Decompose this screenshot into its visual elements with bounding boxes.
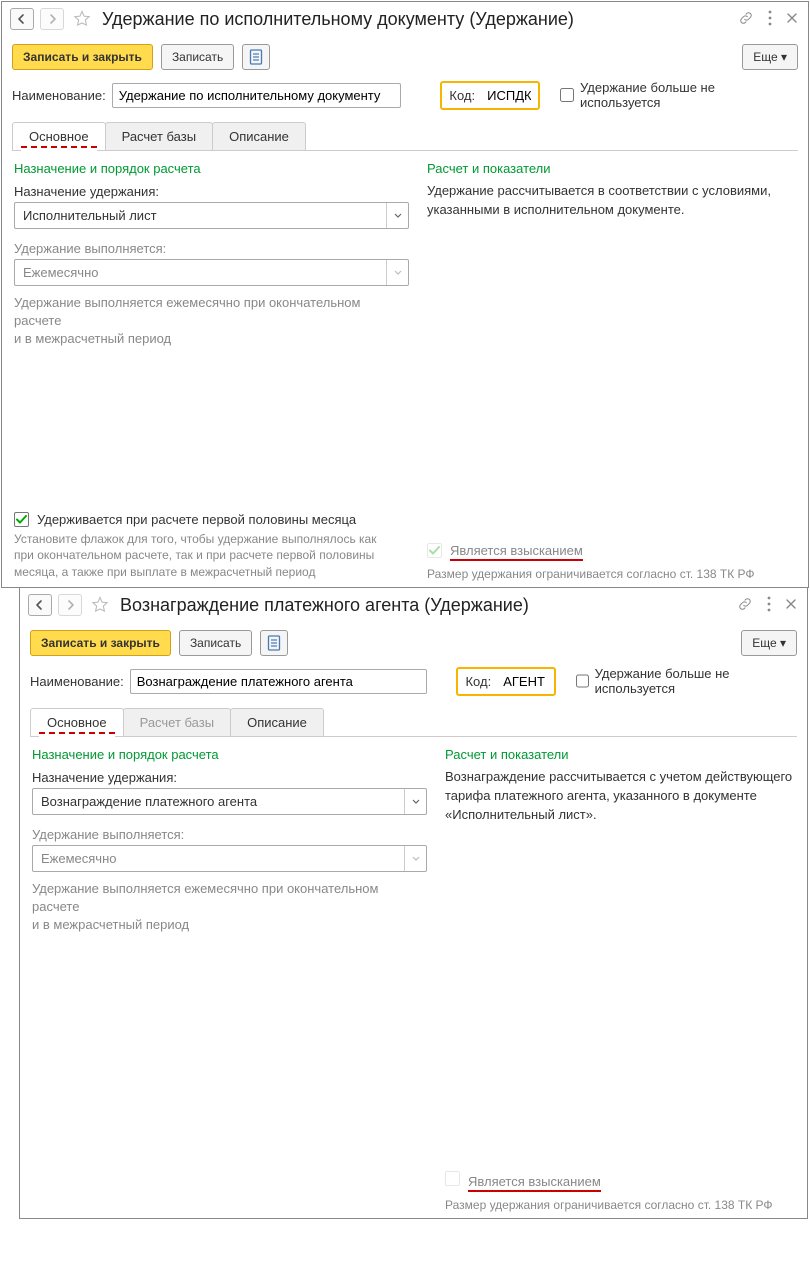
purpose-value: Исполнительный лист — [15, 203, 386, 228]
period-label: Удержание выполняется: — [32, 827, 427, 842]
link-icon[interactable] — [737, 596, 753, 615]
limit-text: Размер удержания ограничивается согласно… — [445, 1198, 795, 1212]
titlebar: Удержание по исполнительному документу (… — [2, 2, 808, 38]
toolbar: Записать и закрыть Записать Еще ▾ — [20, 624, 807, 662]
report-icon-button[interactable] — [260, 630, 288, 656]
not-used-label: Удержание больше не используется — [580, 80, 798, 110]
name-input[interactable] — [130, 669, 427, 694]
is-recovery-row: Является взысканием — [445, 1171, 795, 1192]
period-select[interactable]: Ежемесячно — [14, 259, 409, 286]
not-used-label: Удержание больше не используется — [595, 666, 797, 696]
favorite-star-icon[interactable] — [90, 595, 110, 615]
save-and-close-button[interactable]: Записать и закрыть — [30, 630, 171, 656]
save-button[interactable]: Записать — [161, 44, 234, 70]
more-button-label: Еще — [752, 636, 776, 650]
code-label: Код: — [459, 674, 497, 689]
period-desc1: Удержание выполняется ежемесячно при око… — [14, 294, 409, 330]
nav-back-button[interactable] — [10, 8, 34, 30]
window-title: Вознаграждение платежного агента (Удержа… — [120, 595, 731, 616]
kebab-menu-icon[interactable] — [768, 10, 772, 29]
is-recovery-label: Является взысканием — [450, 543, 583, 561]
tab-description[interactable]: Описание — [212, 122, 306, 150]
first-half-hint: Установите флажок для того, чтобы удержа… — [14, 531, 379, 581]
not-used-checkbox[interactable]: Удержание больше не используется — [560, 80, 798, 110]
code-field-group: Код: — [440, 81, 540, 110]
code-field-group: Код: — [456, 667, 556, 696]
kebab-menu-icon[interactable] — [767, 596, 771, 615]
period-desc2: и в межрасчетный период — [14, 330, 409, 348]
name-label: Наименование: — [12, 88, 106, 103]
more-button[interactable]: Еще ▾ — [741, 630, 797, 656]
tab-main[interactable]: Основное — [12, 122, 106, 150]
check-icon — [16, 515, 27, 524]
toolbar: Записать и закрыть Записать Еще ▾ — [2, 38, 808, 76]
check-icon — [429, 546, 440, 555]
period-desc1: Удержание выполняется ежемесячно при око… — [32, 880, 427, 916]
section-calc: Расчет и показатели — [427, 161, 796, 176]
tab-base-calc[interactable]: Расчет базы — [123, 708, 232, 736]
period-desc2: и в межрасчетный период — [32, 916, 427, 934]
link-icon[interactable] — [738, 10, 754, 29]
period-value: Ежемесячно — [15, 260, 386, 285]
purpose-value: Вознаграждение платежного агента — [33, 789, 404, 814]
section-purpose: Назначение и порядок расчета — [32, 747, 427, 762]
name-input[interactable] — [112, 83, 401, 108]
period-select[interactable]: Ежемесячно — [32, 845, 427, 872]
period-label: Удержание выполняется: — [14, 241, 409, 256]
chevron-down-icon — [386, 260, 408, 285]
purpose-label: Назначение удержания: — [14, 184, 409, 199]
calc-desc: Вознаграждение рассчитывается с учетом д… — [445, 768, 795, 825]
code-input[interactable] — [481, 84, 537, 107]
favorite-star-icon[interactable] — [72, 9, 92, 29]
save-button[interactable]: Записать — [179, 630, 252, 656]
chevron-down-icon — [386, 203, 408, 228]
tab-base-calc[interactable]: Расчет базы — [105, 122, 214, 150]
code-label: Код: — [443, 88, 481, 103]
name-label: Наименование: — [30, 674, 124, 689]
section-purpose: Назначение и порядок расчета — [14, 161, 409, 176]
more-button[interactable]: Еще ▾ — [742, 44, 798, 70]
is-recovery-label: Является взысканием — [468, 1174, 601, 1192]
limit-text: Размер удержания ограничивается согласно… — [427, 567, 796, 581]
more-button-label: Еще — [753, 50, 777, 64]
report-icon-button[interactable] — [242, 44, 270, 70]
is-recovery-row: Является взысканием — [427, 543, 796, 561]
period-value: Ежемесячно — [33, 846, 404, 871]
save-and-close-button[interactable]: Записать и закрыть — [12, 44, 153, 70]
code-input[interactable] — [497, 670, 553, 693]
purpose-select[interactable]: Исполнительный лист — [14, 202, 409, 229]
purpose-label: Назначение удержания: — [32, 770, 427, 785]
calc-desc: Удержание рассчитывается в соответствии … — [427, 182, 796, 220]
nav-back-button[interactable] — [28, 594, 52, 616]
close-icon[interactable] — [785, 598, 797, 613]
not-used-checkbox[interactable]: Удержание больше не используется — [576, 666, 797, 696]
first-half-label: Удерживается при расчете первой половины… — [37, 512, 356, 527]
chevron-down-icon — [404, 789, 426, 814]
window-title: Удержание по исполнительному документу (… — [102, 9, 732, 30]
nav-forward-button[interactable] — [40, 8, 64, 30]
close-icon[interactable] — [786, 12, 798, 27]
tab-main[interactable]: Основное — [30, 708, 124, 736]
nav-forward-button[interactable] — [58, 594, 82, 616]
chevron-down-icon: ▾ — [780, 636, 786, 650]
first-half-checkbox[interactable]: Удерживается при расчете первой половины… — [14, 512, 409, 527]
titlebar: Вознаграждение платежного агента (Удержа… — [20, 588, 807, 624]
chevron-down-icon — [404, 846, 426, 871]
chevron-down-icon: ▾ — [781, 50, 787, 64]
tab-description[interactable]: Описание — [230, 708, 324, 736]
section-calc: Расчет и показатели — [445, 747, 795, 762]
purpose-select[interactable]: Вознаграждение платежного агента — [32, 788, 427, 815]
